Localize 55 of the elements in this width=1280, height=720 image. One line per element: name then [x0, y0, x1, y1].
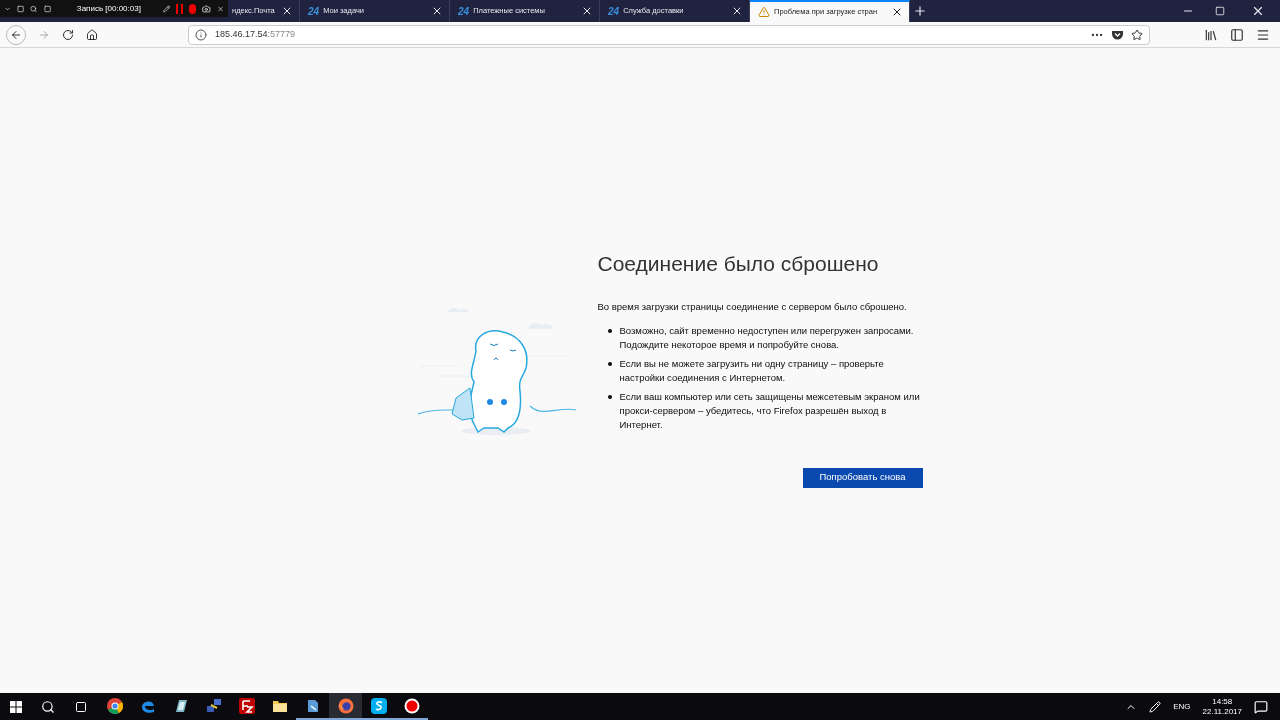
close-icon[interactable] — [731, 5, 743, 17]
error-description: Во время загрузки страницы соединение с сервером было сброшено. — [597, 299, 908, 314]
close-icon[interactable] — [581, 5, 593, 17]
record-icon — [403, 697, 420, 714]
close-icon[interactable] — [1251, 4, 1265, 18]
bullet-icon — [607, 361, 612, 366]
close-icon[interactable] — [281, 5, 293, 17]
stop-icon[interactable] — [188, 3, 197, 14]
pocket-icon[interactable] — [1112, 29, 1123, 40]
chrome-icon — [106, 697, 123, 714]
back-arrow-icon — [10, 28, 22, 41]
close-icon[interactable] — [891, 6, 903, 18]
taskbar-app[interactable] — [329, 693, 362, 720]
pen-icon[interactable] — [1149, 700, 1162, 713]
favicon: 24 — [458, 4, 470, 19]
restore-icon[interactable] — [1215, 6, 1225, 16]
recording-time: Запись [00:00:03] — [76, 2, 141, 15]
new-tab-icon[interactable] — [913, 4, 927, 18]
region-icon[interactable] — [43, 3, 51, 14]
try-again-button[interactable]: Попробовать снова — [802, 467, 923, 488]
bullet-icon — [607, 328, 612, 333]
notifications-icon[interactable] — [1254, 699, 1268, 714]
suggestion-text: Возможно, сайт временно недоступен или перегружен запросами. Подождите некоторое время и попробуйте снова. — [619, 323, 915, 352]
bullet-icon — [607, 394, 612, 399]
search-icon[interactable] — [30, 3, 38, 14]
network-icon — [205, 697, 222, 714]
clock-time: 14:58 — [1212, 696, 1233, 707]
library-icon[interactable] — [1204, 27, 1218, 42]
close-icon[interactable] — [431, 5, 443, 17]
url-text: 185.46.17.54:57779 — [215, 27, 296, 41]
language-indicator[interactable]: ENG — [1173, 700, 1191, 713]
task-view-icon[interactable] — [74, 700, 88, 713]
favicon: 24 — [308, 4, 320, 19]
skype-icon — [370, 697, 387, 714]
warning-icon — [758, 6, 770, 18]
menu-icon[interactable] — [1256, 27, 1270, 42]
firefox-icon — [337, 697, 354, 714]
favicon: 24 — [608, 4, 620, 19]
info-icon[interactable] — [195, 28, 207, 41]
filezilla-icon — [238, 697, 255, 714]
suggestion-text: Если вы не можете загрузить ни одну страницу – проверьте настройки соединения с Интернетом. — [619, 356, 885, 385]
home-icon[interactable] — [86, 28, 98, 41]
camera-icon[interactable] — [202, 2, 211, 15]
windows-start-icon[interactable] — [10, 700, 22, 713]
error-title: Соединение было сброшено — [597, 251, 880, 277]
clock-date: 22.11.2017 — [1202, 706, 1242, 717]
window-icon[interactable] — [17, 3, 25, 14]
bookmark-star-icon[interactable] — [1131, 28, 1143, 41]
pencil-icon[interactable] — [162, 3, 171, 14]
pause-icon[interactable] — [176, 3, 183, 14]
search-icon[interactable] — [41, 699, 55, 714]
suggestion-text: Если ваш компьютер или сеть защищены межсетевым экраном или прокси-сервером – убедитесь, что Firefox разрешён выход в Интернет. — [619, 389, 921, 432]
sidebar-icon[interactable] — [1230, 27, 1244, 42]
address-field[interactable]: 185.46.17.54:57779 — [188, 24, 1150, 45]
reload-icon[interactable] — [62, 28, 74, 41]
